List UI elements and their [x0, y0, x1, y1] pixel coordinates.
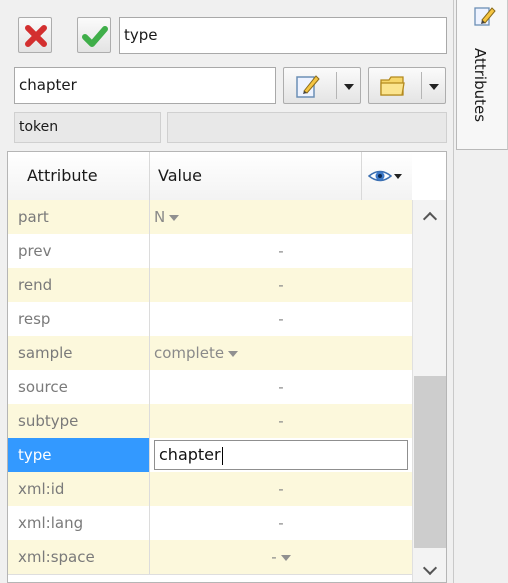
table-row[interactable]: resp - [8, 302, 412, 337]
value-dropdown-icon[interactable] [280, 554, 291, 561]
attribute-name-input[interactable]: type [119, 17, 447, 54]
attributes-table: Attribute Value part Nprev - rend - resp - samp… [7, 151, 447, 583]
token-value-field [167, 112, 447, 143]
attribute-value-cell[interactable]: - [150, 268, 412, 302]
attribute-value-text: N [154, 208, 166, 226]
attribute-name-cell[interactable]: xml:id [18, 472, 148, 506]
attribute-value-cell[interactable]: - [150, 472, 412, 506]
eye-icon [368, 170, 392, 182]
attribute-value-text: - [278, 480, 284, 498]
attribute-value-cell[interactable]: - [150, 302, 412, 336]
attribute-name-cell[interactable]: source [18, 370, 148, 404]
attribute-name-cell[interactable]: part [18, 200, 148, 234]
table-row[interactable]: xml:space - [8, 540, 412, 575]
attribute-name-cell[interactable]: type [8, 438, 149, 472]
attribute-value-cell[interactable]: - [150, 234, 412, 268]
attribute-value-cell[interactable]: - [150, 540, 412, 574]
tab-attributes[interactable]: Attributes [456, 0, 508, 150]
tab-attributes-label: Attributes [471, 48, 489, 123]
attribute-name-cell[interactable]: subtype [18, 404, 148, 438]
vertical-scrollbar[interactable] [412, 200, 446, 582]
attribute-name-cell[interactable]: prev [18, 234, 148, 268]
attribute-name-cell[interactable]: xml:space [18, 540, 148, 574]
attribute-value-text: - [278, 310, 284, 328]
column-header-value[interactable]: Value [158, 152, 202, 200]
table-row[interactable]: type chapter [8, 438, 412, 473]
visibility-filter-button[interactable] [368, 166, 408, 186]
attribute-value-text: - [278, 242, 284, 260]
table-row[interactable]: prev - [8, 234, 412, 269]
column-header-attribute[interactable]: Attribute [27, 152, 98, 200]
chevron-down-icon [394, 174, 402, 179]
attribute-value-cell[interactable]: - [150, 370, 412, 404]
text-caret [221, 446, 223, 465]
scrollbar-thumb[interactable] [414, 376, 446, 548]
close-icon [25, 25, 47, 47]
chevron-down-icon [429, 84, 439, 90]
element-name-input[interactable]: chapter [14, 67, 276, 104]
scroll-down-icon[interactable] [422, 560, 438, 576]
attribute-name-cell[interactable]: resp [18, 302, 148, 336]
attribute-value-editor[interactable]: chapter [154, 440, 408, 470]
attribute-value-text: complete [154, 344, 225, 362]
attribute-value-cell[interactable]: - [150, 506, 412, 540]
attribute-value-text: chapter [159, 445, 221, 464]
table-row[interactable]: xml:id - [8, 472, 412, 507]
table-header: Attribute Value [8, 152, 412, 201]
table-row[interactable]: subtype - [8, 404, 412, 439]
attribute-value-text: - [278, 378, 284, 396]
check-icon [82, 26, 108, 47]
accept-button[interactable] [77, 17, 111, 53]
folder-dropdown-button[interactable] [368, 67, 446, 104]
table-row[interactable]: source - [8, 370, 412, 405]
folder-icon [380, 76, 405, 96]
table-row[interactable]: xml:lang - [8, 506, 412, 541]
cancel-button[interactable] [18, 17, 52, 53]
scroll-up-icon[interactable] [422, 211, 438, 227]
token-label: token [14, 112, 161, 143]
table-row[interactable]: part N [8, 200, 412, 235]
attribute-name-cell[interactable]: sample [18, 336, 148, 370]
attribute-value-cell[interactable]: complete [150, 336, 412, 370]
attribute-name-cell[interactable]: rend [18, 268, 148, 302]
value-dropdown-icon[interactable] [169, 214, 180, 221]
attributes-pencil-icon [474, 7, 496, 26]
attribute-value-text: - [278, 514, 284, 532]
attribute-value-cell[interactable]: N [150, 200, 412, 234]
value-dropdown-icon[interactable] [228, 350, 239, 357]
attribute-value-cell[interactable]: - [150, 404, 412, 438]
attribute-value-text: - [278, 412, 284, 430]
attribute-value-text: - [278, 276, 284, 294]
attribute-name-cell[interactable]: xml:lang [18, 506, 148, 540]
attribute-value-text: - [271, 548, 277, 566]
table-row[interactable]: sample complete [8, 336, 412, 371]
edit-document-icon [296, 75, 320, 98]
table-row[interactable]: rend - [8, 268, 412, 303]
chevron-down-icon [344, 84, 354, 90]
edit-dropdown-button[interactable] [283, 67, 361, 104]
